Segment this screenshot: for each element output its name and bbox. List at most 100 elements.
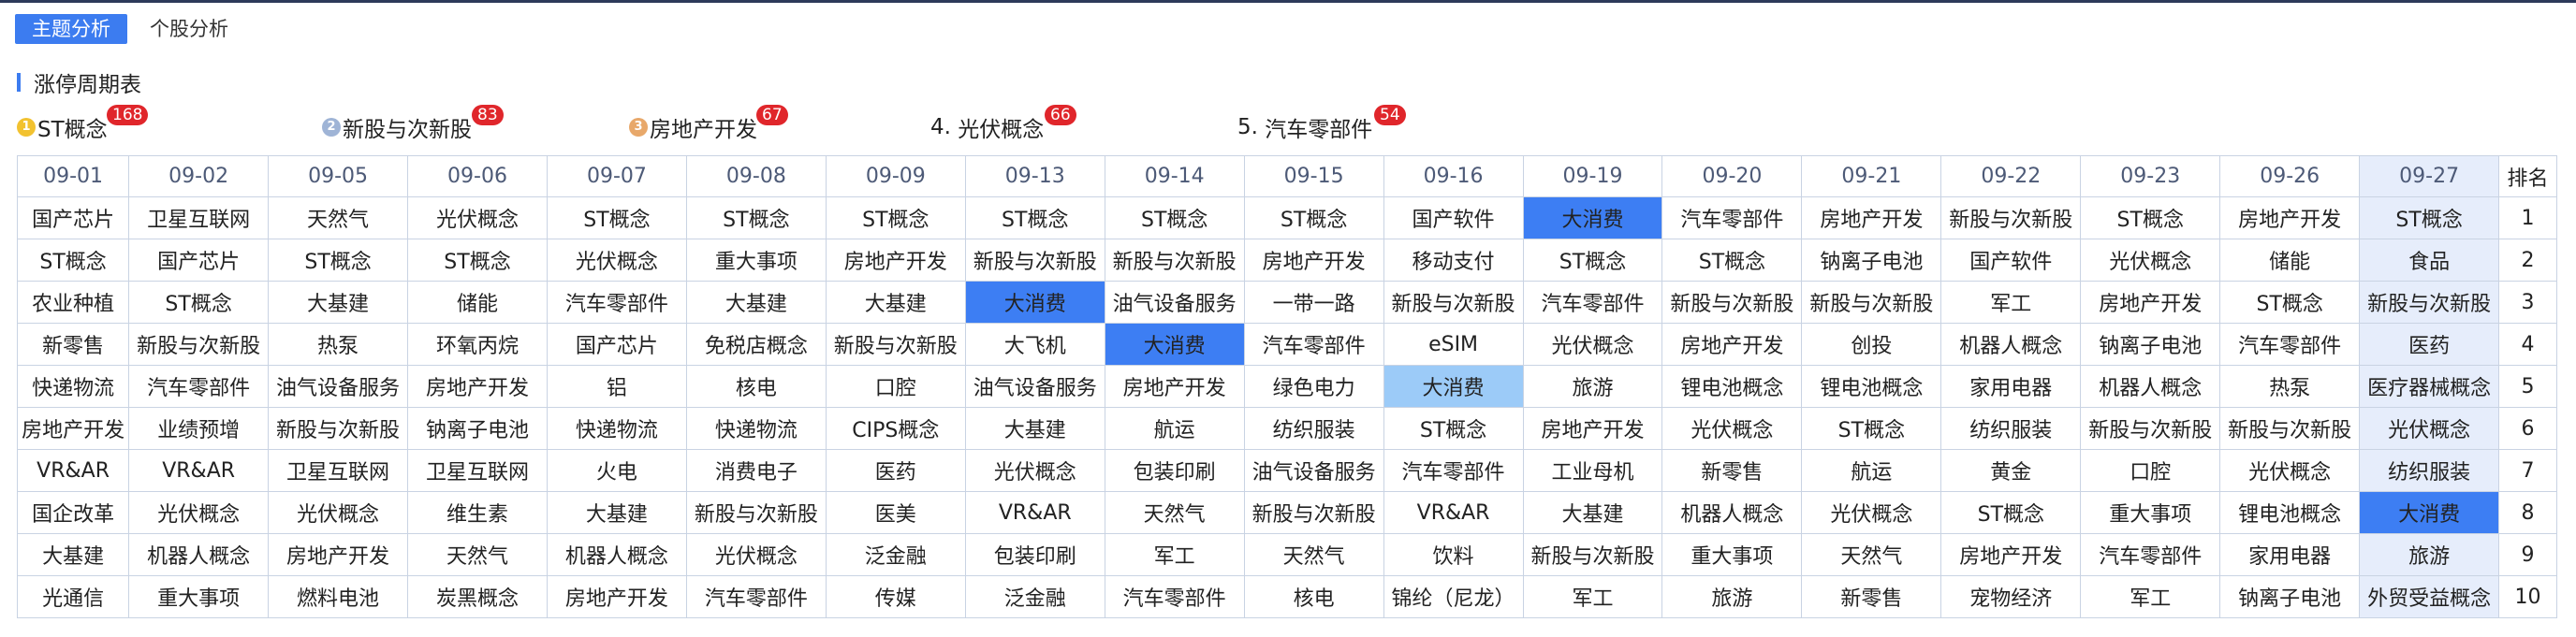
theme-cell[interactable]: 一带一路 <box>1243 281 1384 324</box>
theme-cell[interactable]: 天然气 <box>1104 491 1245 534</box>
date-header[interactable]: 09-21 <box>1801 155 1942 197</box>
theme-cell[interactable]: 大基建 <box>268 281 409 324</box>
theme-cell[interactable]: ST概念 <box>2219 281 2361 324</box>
theme-cell[interactable]: 新股与次新股 <box>1661 281 1803 324</box>
theme-cell[interactable]: 新股与次新股 <box>1940 196 2082 239</box>
theme-cell[interactable]: 大消费 <box>1383 365 1524 408</box>
theme-cell[interactable]: 热泵 <box>2219 365 2361 408</box>
theme-cell[interactable]: 房地产开发 <box>1522 407 1663 450</box>
theme-cell[interactable]: 免税店概念 <box>685 323 827 366</box>
theme-cell[interactable]: 汽车零部件 <box>2080 533 2221 576</box>
theme-cell[interactable]: 钠离子电池 <box>407 407 548 450</box>
theme-cell[interactable]: 燃料电池 <box>268 575 409 618</box>
theme-cell[interactable]: 家用电器 <box>2219 533 2361 576</box>
theme-cell[interactable]: 口腔 <box>2080 449 2221 492</box>
theme-cell[interactable]: 光伏概念 <box>1522 323 1663 366</box>
theme-cell[interactable]: ST概念 <box>16 239 130 282</box>
theme-cell[interactable]: 医药 <box>825 449 966 492</box>
theme-cell[interactable]: 快递物流 <box>16 365 130 408</box>
theme-cell[interactable]: 新股与次新股 <box>1383 281 1524 324</box>
top-theme-2[interactable]: 2 新股与次新股 83 <box>322 105 504 146</box>
theme-cell[interactable]: 国产软件 <box>1383 196 1524 239</box>
theme-cell[interactable]: 大基建 <box>825 281 966 324</box>
top-theme-3[interactable]: 3 房地产开发 67 <box>629 105 788 146</box>
date-header[interactable]: 09-08 <box>685 155 827 197</box>
theme-cell[interactable]: 农业种植 <box>16 281 130 324</box>
theme-cell[interactable]: 天然气 <box>1801 533 1942 576</box>
theme-cell[interactable]: 军工 <box>1104 533 1245 576</box>
theme-cell[interactable]: 锦纶（尼龙） <box>1383 575 1524 618</box>
theme-cell[interactable]: 汽车零部件 <box>1522 281 1663 324</box>
theme-cell[interactable]: 光伏概念 <box>685 533 827 576</box>
theme-cell[interactable]: 环氧丙烷 <box>407 323 548 366</box>
theme-cell[interactable]: 重大事项 <box>2080 491 2221 534</box>
tab-theme-analysis[interactable]: 主题分析 <box>15 14 127 44</box>
theme-cell[interactable]: 旅游 <box>2359 533 2500 576</box>
theme-cell[interactable]: 房地产开发 <box>16 407 130 450</box>
theme-cell[interactable]: 医美 <box>825 491 966 534</box>
theme-cell[interactable]: 核电 <box>685 365 827 408</box>
theme-cell[interactable]: 国产芯片 <box>546 323 687 366</box>
theme-cell[interactable]: 热泵 <box>268 323 409 366</box>
theme-cell[interactable]: 房地产开发 <box>268 533 409 576</box>
theme-cell[interactable]: 光伏概念 <box>546 239 687 282</box>
theme-cell[interactable]: 食品 <box>2359 239 2500 282</box>
theme-cell[interactable]: 包装印刷 <box>1104 449 1245 492</box>
date-header[interactable]: 09-19 <box>1522 155 1663 197</box>
theme-cell[interactable]: 传媒 <box>825 575 966 618</box>
theme-cell[interactable]: ST概念 <box>1940 491 2082 534</box>
theme-cell[interactable]: 新股与次新股 <box>685 491 827 534</box>
theme-cell[interactable]: 新零售 <box>1801 575 1942 618</box>
theme-cell[interactable]: 绿色电力 <box>1243 365 1384 408</box>
theme-cell[interactable]: ST概念 <box>964 196 1105 239</box>
theme-cell[interactable]: ST概念 <box>685 196 827 239</box>
theme-cell[interactable]: ST概念 <box>546 196 687 239</box>
theme-cell[interactable]: ST概念 <box>407 239 548 282</box>
theme-cell[interactable]: 旅游 <box>1522 365 1663 408</box>
theme-cell[interactable]: 房地产开发 <box>1661 323 1803 366</box>
theme-cell[interactable]: 储能 <box>2219 239 2361 282</box>
theme-cell[interactable]: 新股与次新股 <box>1801 281 1942 324</box>
theme-cell[interactable]: VR&AR <box>16 449 130 492</box>
theme-cell[interactable]: 重大事项 <box>685 239 827 282</box>
theme-cell[interactable]: 纺织服装 <box>2359 449 2500 492</box>
theme-cell[interactable]: VR&AR <box>128 449 270 492</box>
theme-cell[interactable]: 卫星互联网 <box>407 449 548 492</box>
date-header[interactable]: 09-06 <box>407 155 548 197</box>
theme-cell[interactable]: 新股与次新股 <box>825 323 966 366</box>
theme-cell[interactable]: 汽车零部件 <box>546 281 687 324</box>
theme-cell[interactable]: 房地产开发 <box>1104 365 1245 408</box>
theme-cell[interactable]: 汽车零部件 <box>1383 449 1524 492</box>
top-theme-1[interactable]: 1 ST概念 168 <box>17 105 149 146</box>
theme-cell[interactable]: ST概念 <box>268 239 409 282</box>
theme-cell[interactable]: ST概念 <box>2080 196 2221 239</box>
theme-cell[interactable]: 光伏概念 <box>2359 407 2500 450</box>
date-header[interactable]: 09-07 <box>546 155 687 197</box>
theme-cell[interactable]: 房地产开发 <box>546 575 687 618</box>
date-header[interactable]: 09-09 <box>825 155 966 197</box>
theme-cell[interactable]: 重大事项 <box>1661 533 1803 576</box>
theme-cell[interactable]: 光伏概念 <box>2219 449 2361 492</box>
theme-cell[interactable]: 机器人概念 <box>1661 491 1803 534</box>
theme-cell[interactable]: ST概念 <box>1243 196 1384 239</box>
theme-cell[interactable]: 房地产开发 <box>407 365 548 408</box>
theme-cell[interactable]: ST概念 <box>1661 239 1803 282</box>
date-header[interactable]: 09-23 <box>2080 155 2221 197</box>
theme-cell[interactable]: 包装印刷 <box>964 533 1105 576</box>
theme-cell[interactable]: 外贸受益概念 <box>2359 575 2500 618</box>
theme-cell[interactable]: ST概念 <box>128 281 270 324</box>
theme-cell[interactable]: 泛金融 <box>964 575 1105 618</box>
theme-cell[interactable]: 新股与次新股 <box>964 239 1105 282</box>
theme-cell[interactable]: 新股与次新股 <box>1243 491 1384 534</box>
theme-cell[interactable]: 汽车零部件 <box>1104 575 1245 618</box>
date-header[interactable]: 09-13 <box>964 155 1105 197</box>
theme-cell[interactable]: 新股与次新股 <box>2359 281 2500 324</box>
date-header[interactable]: 09-05 <box>268 155 409 197</box>
theme-cell[interactable]: 重大事项 <box>128 575 270 618</box>
theme-cell[interactable]: 卫星互联网 <box>128 196 270 239</box>
theme-cell[interactable]: 机器人概念 <box>2080 365 2221 408</box>
theme-cell[interactable]: 机器人概念 <box>546 533 687 576</box>
theme-cell[interactable]: CIPS概念 <box>825 407 966 450</box>
theme-cell[interactable]: 房地产开发 <box>825 239 966 282</box>
theme-cell[interactable]: 油气设备服务 <box>1243 449 1384 492</box>
